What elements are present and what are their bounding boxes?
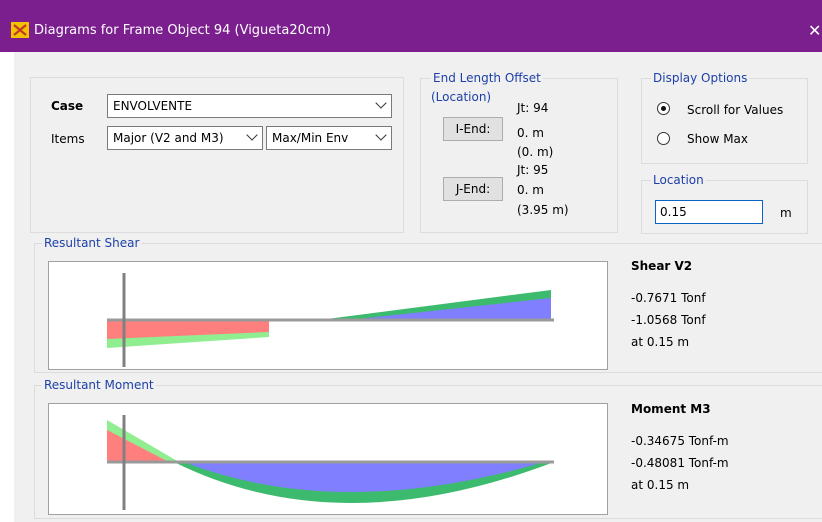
moment-diagram-svg — [107, 415, 554, 510]
chevron-down-icon — [375, 129, 387, 141]
shear-diagram-plot[interactable] — [48, 261, 608, 370]
j-end-button[interactable]: J-End: — [443, 177, 503, 201]
i-end-location: (0. m) — [517, 145, 554, 159]
display-options-title: Display Options — [651, 71, 750, 85]
title-bar: Diagrams for Frame Object 94 (Vigueta20c… — [0, 0, 822, 52]
moment-at: at 0.15 m — [631, 478, 690, 492]
chevron-down-icon — [375, 97, 387, 109]
items-component-select[interactable]: Major (V2 and M3) — [107, 126, 263, 150]
case-select[interactable]: ENVOLVENTE — [107, 94, 392, 118]
i-end-offset: 0. m — [517, 126, 544, 140]
shear-diagram-svg — [107, 273, 554, 367]
i-end-joint: Jt: 94 — [517, 101, 549, 115]
shear-value-1: -0.7671 Tonf — [631, 291, 706, 305]
location-input[interactable]: 0.15 — [655, 200, 763, 224]
app-icon — [11, 22, 29, 38]
items-envelope-value: Max/Min Env — [272, 131, 349, 145]
location-title: Location — [651, 173, 706, 187]
shear-heading: Shear V2 — [631, 259, 693, 273]
scroll-for-values-label[interactable]: Scroll for Values — [687, 103, 783, 117]
resultant-moment-title: Resultant Moment — [42, 378, 156, 392]
items-component-value: Major (V2 and M3) — [113, 131, 224, 145]
moment-value-2: -0.48081 Tonf-m — [631, 456, 729, 470]
close-icon[interactable]: ✕ — [808, 21, 821, 40]
j-end-location: (3.95 m) — [517, 203, 569, 217]
j-end-joint: Jt: 95 — [517, 163, 549, 177]
i-end-button[interactable]: I-End: — [443, 117, 503, 141]
location-input-value: 0.15 — [660, 205, 687, 219]
moment-value-1: -0.34675 Tonf-m — [631, 434, 729, 448]
moment-heading: Moment M3 — [631, 402, 711, 416]
items-envelope-select[interactable]: Max/Min Env — [266, 126, 392, 150]
shear-at: at 0.15 m — [631, 335, 690, 349]
window-title: Diagrams for Frame Object 94 (Vigueta20c… — [34, 23, 331, 38]
resultant-shear-title: Resultant Shear — [42, 236, 142, 250]
j-end-offset: 0. m — [517, 183, 544, 197]
shear-value-2: -1.0568 Tonf — [631, 313, 706, 327]
chevron-down-icon — [246, 129, 258, 141]
display-options-group — [641, 78, 808, 164]
case-label: Case — [51, 99, 84, 113]
show-max-label[interactable]: Show Max — [687, 132, 748, 146]
case-select-value: ENVOLVENTE — [113, 99, 193, 113]
items-label: Items — [51, 132, 85, 146]
location-unit: m — [780, 206, 792, 220]
scroll-for-values-radio[interactable] — [657, 102, 670, 115]
show-max-radio[interactable] — [657, 132, 670, 145]
end-length-offset-title: End Length Offset — [431, 71, 543, 85]
end-length-offset-subtitle: (Location) — [431, 90, 492, 104]
moment-diagram-plot[interactable] — [48, 403, 608, 515]
